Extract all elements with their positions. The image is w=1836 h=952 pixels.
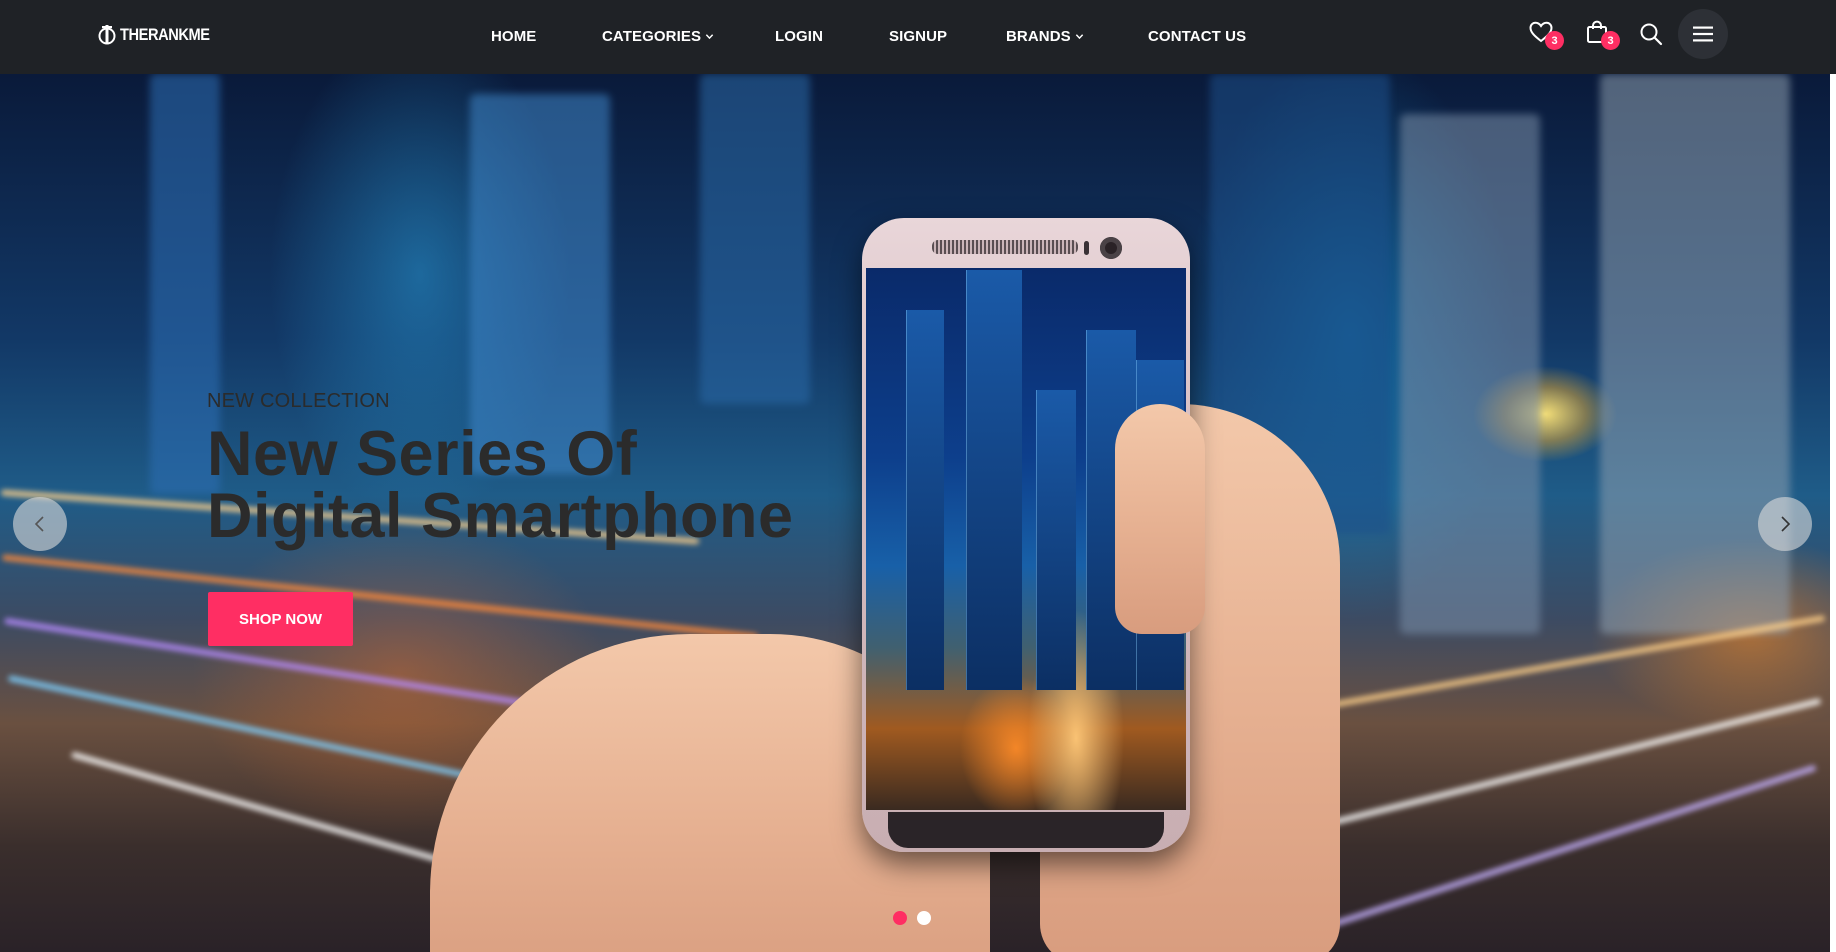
nav-contact-label: CONTACT US: [1148, 27, 1247, 45]
nav-login[interactable]: LOGIN: [775, 25, 823, 47]
nav-categories[interactable]: CATEGORIES: [602, 25, 714, 47]
hamburger-menu-icon: [1693, 26, 1713, 42]
wishlist-button[interactable]: 3: [1528, 16, 1564, 50]
nav-contact-us[interactable]: CONTACT US: [1148, 25, 1246, 47]
thumb-shape: [1115, 404, 1205, 634]
screen-building: [966, 270, 1022, 690]
light-streak: [1263, 764, 1817, 950]
phone-camera: [1100, 237, 1122, 259]
nav-home[interactable]: HOME: [491, 25, 536, 47]
nav-brands[interactable]: BRANDS: [1006, 25, 1084, 47]
top-navbar: THERANKME HOME CATEGORIES LOGIN SIGNUP B…: [0, 0, 1836, 74]
hero-kicker: NEW COLLECTION: [207, 390, 390, 412]
search-icon: [1640, 23, 1663, 46]
cart-button[interactable]: 3: [1584, 16, 1620, 50]
wishlist-count-badge: 3: [1545, 31, 1564, 50]
slider-pagination: [893, 911, 931, 925]
chevron-down-icon: [705, 33, 714, 39]
hero-text: NEW COLLECTION New Series Of Digital Sma…: [207, 390, 807, 551]
nav-login-label: LOGIN: [775, 27, 823, 45]
city-building-shape: [1600, 74, 1790, 634]
search-button[interactable]: [1638, 18, 1670, 52]
hero-headline-line-1: New Series Of: [207, 419, 638, 489]
nav-signup[interactable]: SIGNUP: [889, 25, 947, 47]
city-building-shape: [700, 74, 810, 404]
page: THERANKME HOME CATEGORIES LOGIN SIGNUP B…: [0, 0, 1836, 952]
nav-home-label: HOME: [491, 27, 537, 45]
slider-dot-1[interactable]: [893, 911, 907, 925]
phone-speaker: [932, 240, 1078, 254]
hero-headline: New Series Of Digital Smartphone: [207, 419, 807, 551]
nav-signup-label: SIGNUP: [889, 27, 948, 45]
slider-next-button[interactable]: [1758, 497, 1812, 551]
shop-now-button[interactable]: SHOP NOW: [208, 592, 353, 646]
nav-categories-label: CATEGORIES: [602, 27, 702, 45]
slider-dot-2[interactable]: [917, 911, 931, 925]
screen-building: [906, 310, 944, 690]
slider-prev-button[interactable]: [13, 497, 67, 551]
screen-building: [1036, 390, 1076, 690]
chevron-left-icon: [34, 516, 44, 532]
hero-headline-line-2: Digital Smartphone: [207, 481, 794, 551]
chevron-down-icon: [1075, 33, 1083, 39]
cart-count-badge: 3: [1601, 31, 1620, 50]
nav-brands-label: BRANDS: [1006, 27, 1071, 45]
city-building-shape: [1400, 114, 1540, 634]
phone-sensor: [1084, 241, 1089, 255]
light-streak: [1, 554, 759, 640]
phone-chin: [888, 812, 1164, 848]
chevron-right-icon: [1781, 516, 1791, 532]
hamburger-menu-button[interactable]: [1678, 9, 1728, 59]
